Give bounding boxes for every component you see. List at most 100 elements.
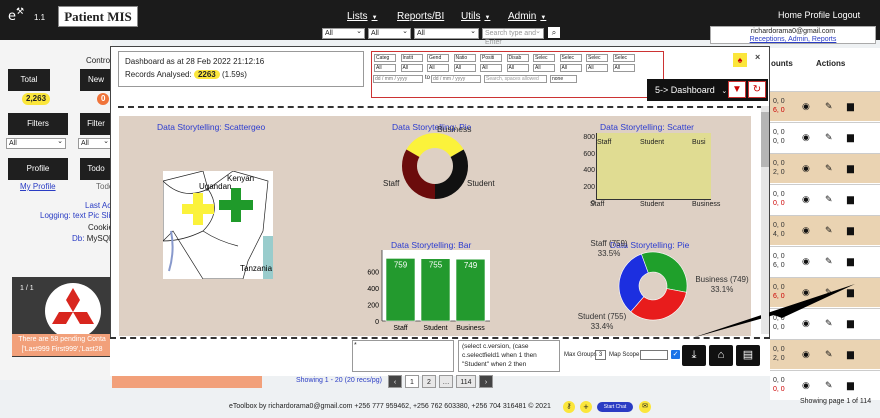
edit-icon[interactable]: ✎ bbox=[825, 194, 833, 205]
eye-icon[interactable]: ◉ bbox=[802, 380, 810, 391]
scattergeo-map[interactable]: Ugandan Kenyan Tanzania bbox=[163, 171, 273, 279]
page-button[interactable]: 2 bbox=[422, 375, 436, 388]
none-select[interactable]: none bbox=[550, 75, 577, 83]
filter-select[interactable]: Instit bbox=[400, 54, 423, 62]
start-chat-button[interactable]: Start Chat bbox=[597, 402, 633, 412]
pending-contacts-banner[interactable]: There are 58 pending Conta ['Last999 Fir… bbox=[12, 334, 112, 356]
edit-icon[interactable]: ✎ bbox=[825, 132, 833, 143]
filter-select[interactable]: Selec bbox=[533, 54, 555, 62]
filter-select[interactable]: All bbox=[586, 64, 608, 72]
trash-icon[interactable]: ▆ bbox=[847, 163, 854, 174]
table-row[interactable]: 0, 0 0, 0 ◉ ✎ ▆ bbox=[770, 184, 880, 214]
mail-icon[interactable]: ✉ bbox=[639, 401, 651, 413]
query-textarea[interactable]: * bbox=[352, 340, 454, 372]
trash-icon[interactable]: ▆ bbox=[847, 349, 854, 360]
page-button[interactable]: › bbox=[479, 375, 493, 388]
user-roles[interactable]: Receptions, Admin, Reports bbox=[711, 36, 875, 44]
trash-icon[interactable]: ▆ bbox=[847, 380, 854, 391]
filter-select[interactable]: Disab bbox=[506, 54, 529, 62]
pie1-donut[interactable] bbox=[400, 131, 470, 201]
filter-select[interactable]: All bbox=[533, 64, 555, 72]
nav-select-1[interactable]: All bbox=[322, 27, 365, 39]
close-icon[interactable]: × bbox=[755, 52, 760, 62]
table-row[interactable]: 0, 0 0, 0 ◉ ✎ ▆ bbox=[770, 370, 880, 400]
nav-menu-utils[interactable]: Utils ▼ bbox=[461, 11, 490, 22]
trash-icon[interactable]: ▆ bbox=[847, 194, 854, 205]
sql-textarea[interactable]: (select c.version, (case c.selectfield1 … bbox=[458, 340, 560, 372]
my-profile-link[interactable]: My Profile bbox=[20, 182, 56, 191]
binoculars-icon[interactable]: ♠ bbox=[733, 53, 747, 67]
eye-icon[interactable]: ◉ bbox=[802, 163, 810, 174]
date-to-input[interactable]: dd / mm / yyyy bbox=[431, 75, 481, 83]
eye-icon[interactable]: ◉ bbox=[802, 132, 810, 143]
filter-select[interactable]: All bbox=[6, 137, 66, 149]
nav-select-3[interactable]: All bbox=[414, 27, 479, 39]
filter-search-input[interactable]: Search, spaces allowed bbox=[484, 75, 547, 83]
table-row[interactable]: 0, 0 4, 0 ◉ ✎ ▆ bbox=[770, 215, 880, 245]
edit-icon[interactable]: ✎ bbox=[825, 225, 833, 236]
search-icon[interactable]: ⌕ bbox=[548, 27, 560, 38]
profile-link[interactable]: Profile bbox=[805, 10, 831, 20]
logout-link[interactable]: Logout bbox=[833, 10, 861, 20]
refresh-icon[interactable]: ↻ bbox=[748, 81, 766, 98]
edit-icon[interactable]: ✎ bbox=[825, 101, 833, 112]
nav-select-2[interactable]: All bbox=[368, 27, 411, 39]
nav-menu-admin[interactable]: Admin ▼ bbox=[508, 11, 546, 22]
filter-icon[interactable]: ▼ bbox=[728, 81, 746, 98]
filter-select[interactable]: All bbox=[559, 64, 582, 72]
trash-icon[interactable]: ▆ bbox=[847, 101, 854, 112]
filter-select[interactable]: Selec bbox=[612, 54, 635, 62]
edit-icon[interactable]: ✎ bbox=[825, 256, 833, 267]
filter-select[interactable]: All bbox=[453, 64, 476, 72]
filter-select[interactable]: Selec bbox=[559, 54, 582, 62]
pdf-icon[interactable]: ▤ bbox=[736, 345, 760, 366]
scrollbar-thumb[interactable] bbox=[761, 112, 769, 167]
eye-icon[interactable]: ◉ bbox=[802, 225, 810, 236]
filter-select[interactable]: All bbox=[612, 64, 635, 72]
bar-chart[interactable]: 600 400 200 0 759 Staff 755 Student 749 Business bbox=[365, 250, 491, 332]
eye-icon[interactable]: ◉ bbox=[802, 101, 810, 112]
edit-icon[interactable]: ✎ bbox=[825, 163, 833, 174]
filter-select[interactable]: All bbox=[427, 64, 449, 72]
filter-select[interactable]: All bbox=[506, 64, 529, 72]
pie2-chart[interactable] bbox=[618, 251, 688, 321]
page-button[interactable]: 1 bbox=[405, 375, 419, 388]
nav-menu-lists[interactable]: Lists ▼ bbox=[347, 11, 378, 22]
download-icon[interactable]: ⤓ bbox=[682, 345, 706, 366]
filter-select[interactable]: All bbox=[480, 64, 502, 72]
date-from-input[interactable]: dd / mm / yyyy bbox=[373, 75, 423, 83]
filter-select[interactable]: Positi bbox=[480, 54, 502, 62]
eye-icon[interactable]: ◉ bbox=[802, 349, 810, 360]
page-button[interactable]: ‹ bbox=[388, 375, 402, 388]
nav-search-input[interactable]: Search type and Enter bbox=[482, 27, 544, 46]
page-button[interactable]: 114 bbox=[456, 375, 476, 388]
filter-select[interactable]: All bbox=[400, 64, 423, 72]
table-row[interactable]: 0, 0 0, 0 ◉ ✎ ▆ bbox=[770, 122, 880, 152]
table-row[interactable]: 0, 0 6, 0 ◉ ✎ ▆ bbox=[770, 91, 880, 121]
checkbox-checked-icon[interactable]: ✓ bbox=[671, 350, 680, 359]
plus-icon[interactable]: + bbox=[580, 401, 592, 413]
max-groups-input[interactable]: 3 bbox=[595, 350, 606, 360]
edit-icon[interactable]: ✎ bbox=[825, 380, 833, 391]
nav-menu-reports[interactable]: Reports/BI bbox=[397, 11, 444, 22]
eye-icon[interactable]: ◉ bbox=[802, 256, 810, 267]
home-link[interactable]: Home bbox=[778, 10, 802, 20]
filter-select[interactable]: Selec bbox=[586, 54, 608, 62]
trash-icon[interactable]: ▆ bbox=[847, 256, 854, 267]
filter-select[interactable]: Gend bbox=[427, 54, 449, 62]
key-icon[interactable]: ⚷ bbox=[563, 401, 575, 413]
table-row[interactable]: 0, 0 2, 0 ◉ ✎ ▆ bbox=[770, 153, 880, 183]
page-button[interactable]: … bbox=[439, 375, 453, 388]
map-scope-select[interactable] bbox=[640, 350, 668, 360]
filter-select[interactable]: Natio bbox=[453, 54, 476, 62]
trash-icon[interactable]: ▆ bbox=[847, 225, 854, 236]
trash-icon[interactable]: ▆ bbox=[847, 132, 854, 143]
brand-title[interactable]: Patient MIS bbox=[58, 6, 138, 27]
filter-select[interactable]: All bbox=[374, 64, 396, 72]
filter2-select[interactable]: All bbox=[78, 137, 112, 149]
table-row[interactable]: 0, 0 6, 0 ◉ ✎ ▆ bbox=[770, 246, 880, 276]
filter-select[interactable]: Categ bbox=[374, 54, 396, 62]
table-row[interactable]: 0, 0 2, 0 ◉ ✎ ▆ bbox=[770, 339, 880, 369]
eye-icon[interactable]: ◉ bbox=[802, 194, 810, 205]
export-icon[interactable]: ⌂ bbox=[709, 345, 733, 366]
